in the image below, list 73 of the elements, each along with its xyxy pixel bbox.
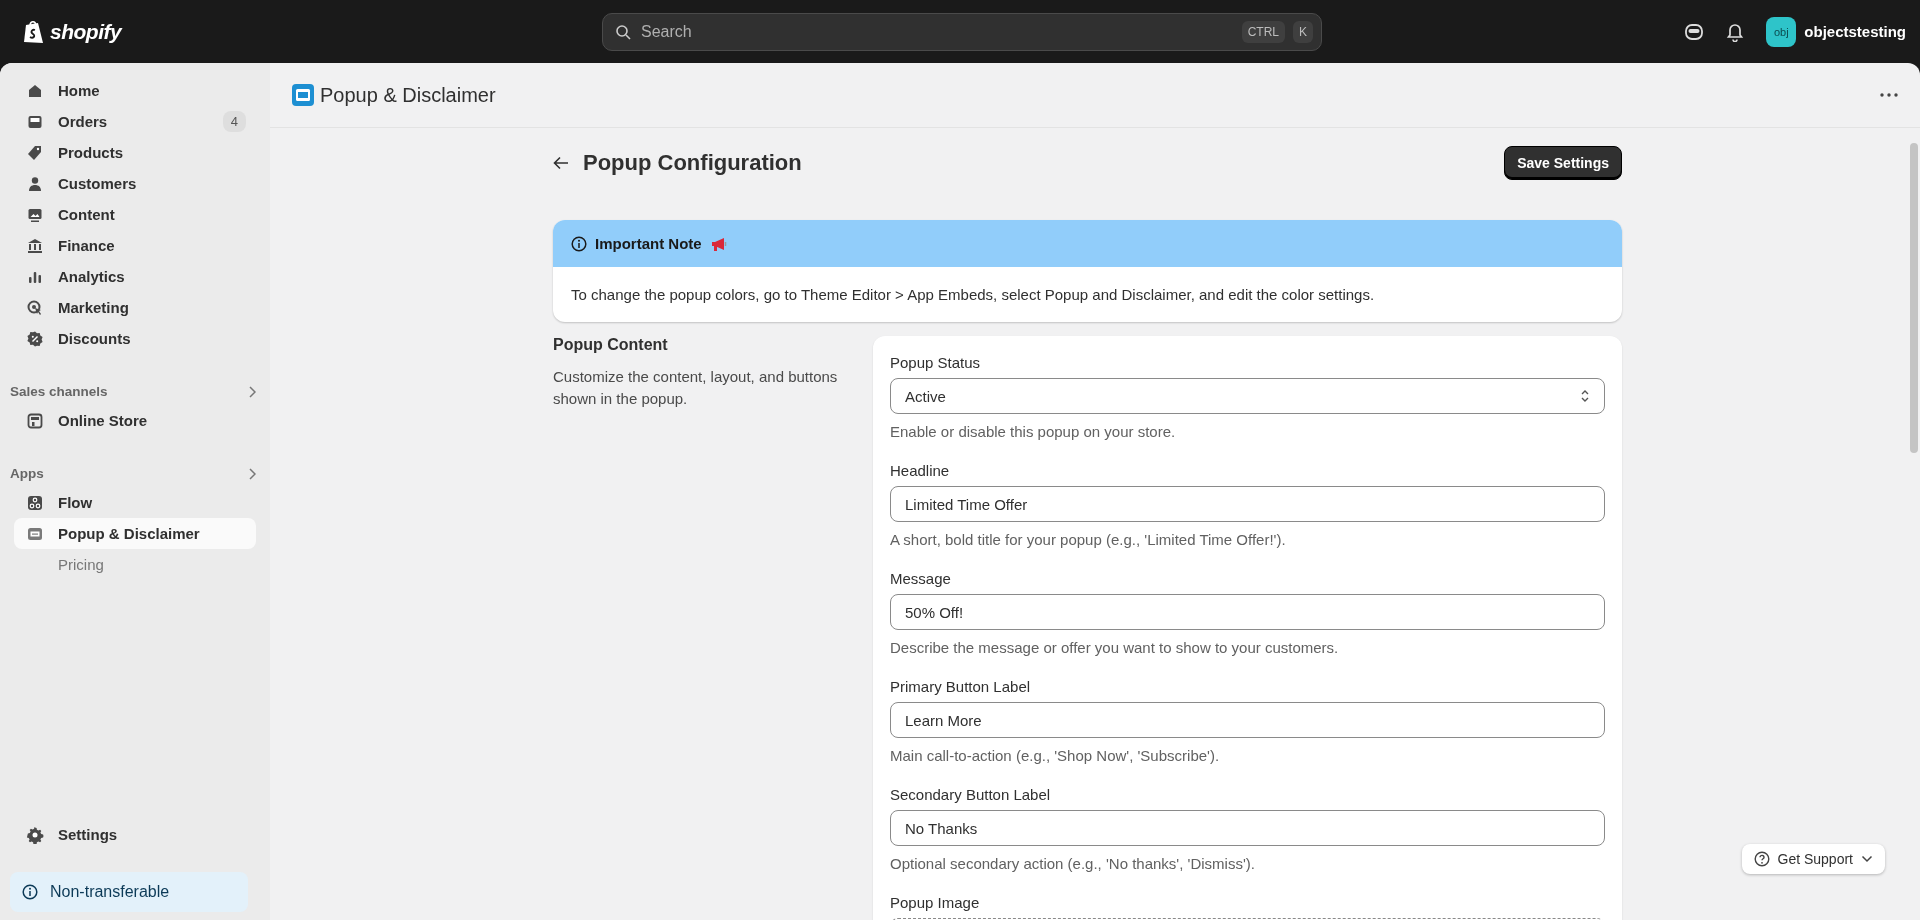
megaphone-icon — [709, 235, 728, 252]
notice-text: Non-transferable — [50, 883, 170, 901]
scrollbar-thumb[interactable] — [1910, 143, 1918, 453]
info-icon — [22, 884, 38, 900]
nav-item[interactable]: Popup & Disclaimer — [14, 518, 256, 549]
tag-icon — [26, 143, 44, 162]
field-label: Message — [890, 570, 952, 587]
help-text: Enable or disable this popup on your store. — [890, 423, 1177, 440]
bank-icon — [26, 236, 44, 255]
field-label: Popup Image — [890, 894, 981, 911]
note-title: Important Note — [595, 235, 702, 252]
field-label: Primary Button Label — [890, 678, 1032, 695]
search-input[interactable]: Search — [639, 21, 1234, 42]
nav-item[interactable]: Customers — [14, 168, 256, 199]
section-heading: Apps — [10, 466, 44, 481]
count-badge: 4 — [222, 111, 246, 132]
nav-item[interactable]: Online Store — [14, 405, 256, 436]
search-field[interactable]: Search CTRL K — [602, 12, 1322, 51]
nav-item[interactable]: Analytics — [14, 261, 256, 292]
chevron-right-icon[interactable] — [248, 467, 256, 480]
nav-item[interactable]: Products — [14, 137, 256, 168]
save-settings-button[interactable]: Save Settings — [1504, 146, 1622, 180]
nav-item[interactable]: Finance — [14, 230, 256, 261]
section-heading: Sales channels — [10, 384, 108, 399]
input-field[interactable]: 50% Off! — [890, 594, 1605, 630]
nav-item[interactable]: Content — [14, 199, 256, 230]
person-icon — [26, 174, 44, 193]
help-icon — [1753, 851, 1770, 867]
field-label: Popup Status — [890, 354, 982, 371]
notification-bell-icon[interactable] — [1726, 21, 1745, 42]
input-field[interactable]: Limited Time Offer — [890, 486, 1605, 522]
nav-item[interactable]: Marketing — [14, 292, 256, 323]
field-label: Secondary Button Label — [890, 786, 1052, 803]
keyboard-shortcut-key: CTRL — [1241, 20, 1285, 43]
search-icon — [615, 23, 631, 40]
target-icon — [26, 298, 44, 317]
nav-item[interactable]: Flow — [14, 487, 256, 518]
avatar[interactable]: obj — [1766, 16, 1797, 47]
help-text: A short, bold title for your popup (e.g., 'Limited Time Offer!'). — [890, 531, 1287, 548]
back-arrow-icon[interactable] — [553, 156, 569, 170]
flow-icon — [26, 493, 44, 512]
page-title: Popup Configuration — [583, 150, 803, 176]
notice-banner[interactable]: Non-transferable — [10, 872, 248, 912]
nav-subitem[interactable]: Pricing — [14, 549, 256, 580]
chevron-right-icon[interactable] — [248, 385, 256, 398]
keyboard-shortcut-key: K — [1293, 20, 1313, 43]
app-title: Popup & Disclaimer — [320, 83, 497, 107]
settings-icon — [26, 825, 44, 844]
select-chevron-icon — [1580, 389, 1590, 403]
storefront-icon — [26, 411, 44, 430]
brand-logo-text[interactable]: shopify — [50, 19, 122, 44]
info-icon — [571, 235, 587, 252]
chevron-down-icon — [1861, 855, 1873, 863]
input-field[interactable]: No Thanks — [890, 810, 1605, 846]
get-support-button[interactable]: Get Support — [1741, 844, 1885, 874]
section-title: Popup Content — [553, 336, 669, 354]
help-text: Describe the message or offer you want to show to your customers. — [890, 639, 1340, 656]
field-label: Headline — [890, 462, 951, 479]
nav-item[interactable]: Orders 4 — [14, 106, 256, 137]
section-description: Customize the content, layout, and buttons shown in the popup. — [553, 367, 839, 409]
input-field[interactable]: Learn More — [890, 702, 1605, 738]
note-text: To change the popup colors, go to Theme Editor > App Embeds, select Popup and Disclaimer, and edit the color settings. — [570, 285, 1376, 305]
nav-item[interactable]: Settings — [14, 819, 256, 850]
account-name[interactable]: objectstesting — [1804, 23, 1906, 40]
discount-badge-icon — [26, 329, 44, 348]
app-window-icon — [292, 84, 314, 106]
help-text: Main call-to-action (e.g., 'Shop Now', 'Subscribe'). — [890, 747, 1221, 764]
nav-item[interactable]: Home — [14, 75, 256, 106]
shopping-bag-icon — [22, 18, 46, 45]
help-text: Optional secondary action (e.g., 'No thanks', 'Dismiss'). — [890, 855, 1256, 872]
status-select[interactable]: Active — [890, 378, 1605, 414]
more-options-icon[interactable] — [1880, 93, 1898, 97]
nav-item[interactable]: Discounts — [14, 323, 256, 354]
